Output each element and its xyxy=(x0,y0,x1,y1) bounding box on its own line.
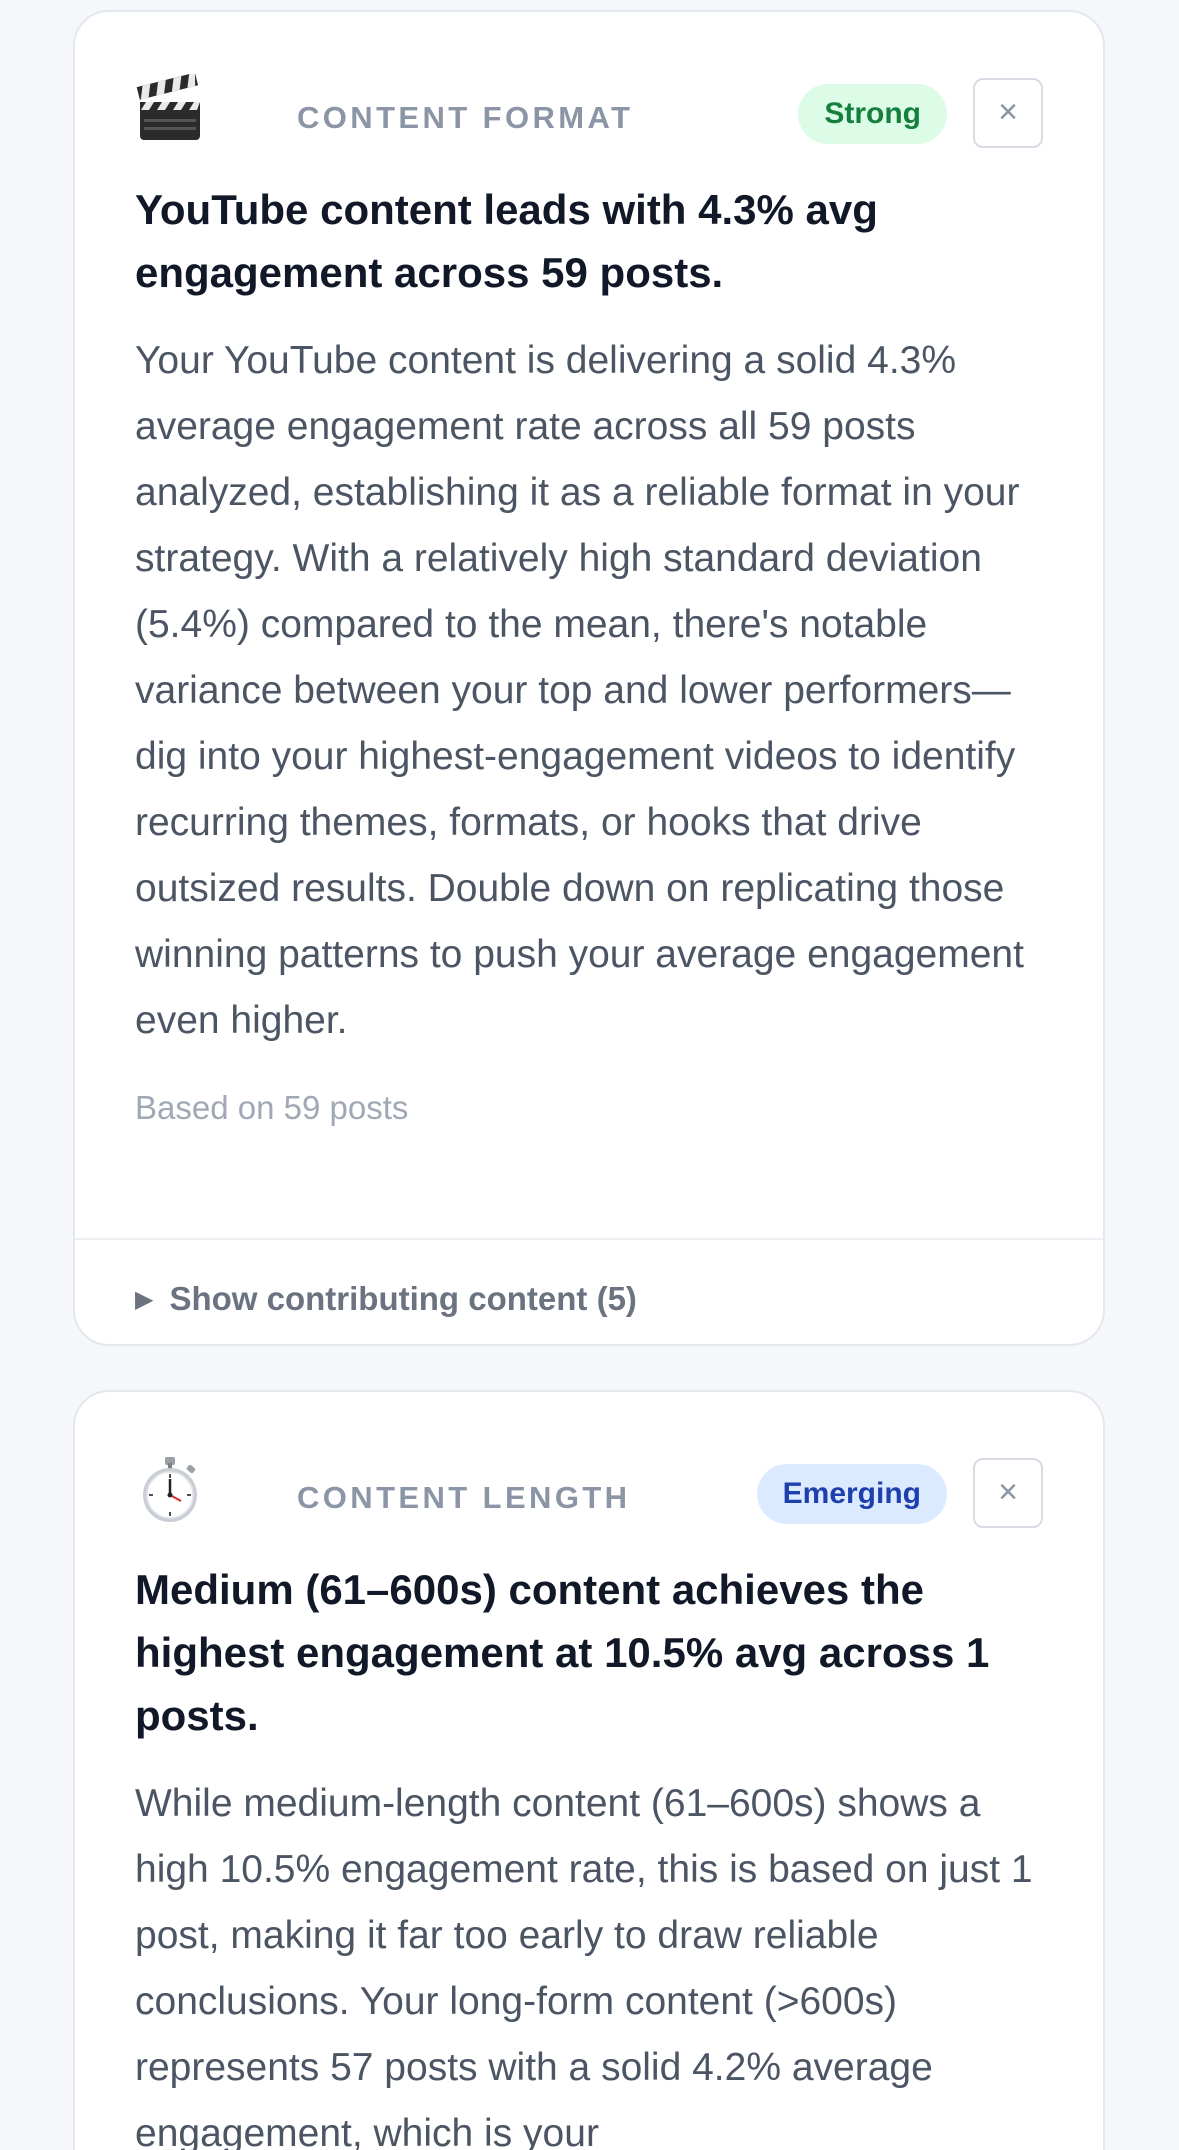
insight-category: CONTENT FORMAT xyxy=(297,100,634,135)
insight-body: While medium-length content (61–600s) sh… xyxy=(135,1782,1033,2150)
card-header: CONTENT FORMAT Strong × xyxy=(135,64,1043,176)
insight-card-content-format: CONTENT FORMAT Strong × YouTube content … xyxy=(73,10,1105,1346)
insight-body: Your YouTube content is delivering a sol… xyxy=(135,339,1024,1042)
insight-headline: Medium (61–600s) content achieves the hi… xyxy=(135,1566,990,1739)
strength-badge: Emerging xyxy=(756,1464,947,1524)
insight-card-content-length: CONTENT LENGTH Emerging × Medium (61–600… xyxy=(73,1390,1105,2150)
insight-category: CONTENT LENGTH xyxy=(297,1480,631,1515)
show-contributing-content-toggle[interactable]: ▶ Show contributing content (5) xyxy=(135,1274,637,1325)
card-header: CONTENT LENGTH Emerging × xyxy=(135,1444,1043,1556)
close-icon: × xyxy=(998,1473,1018,1511)
strength-badge: Strong xyxy=(798,84,947,144)
dismiss-button[interactable]: × xyxy=(973,78,1043,148)
dismiss-button[interactable]: × xyxy=(973,1458,1043,1528)
stopwatch-icon xyxy=(135,1454,205,1524)
close-icon: × xyxy=(998,93,1018,131)
card-divider xyxy=(75,1238,1103,1240)
insight-headline: YouTube content leads with 4.3% avg enga… xyxy=(135,186,878,296)
disclosure-triangle-icon: ▶ xyxy=(135,1286,154,1313)
expander-label: Show contributing content (5) xyxy=(169,1280,637,1317)
clapper-board-icon xyxy=(135,72,205,144)
insights-feed: CONTENT FORMAT Strong × YouTube content … xyxy=(0,0,1179,2150)
insight-meta: Based on 59 posts xyxy=(135,1089,409,1126)
